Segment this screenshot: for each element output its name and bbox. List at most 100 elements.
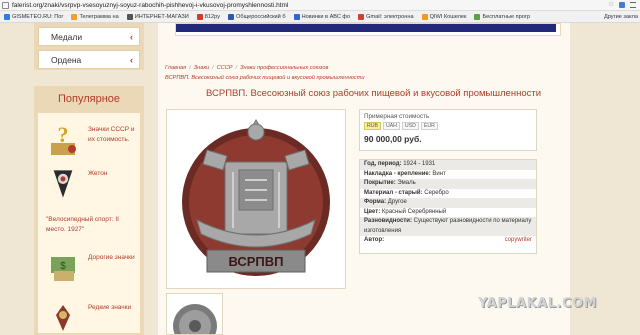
star-icon[interactable]: ☆ (608, 1, 614, 8)
browser-actions: ☆ (608, 1, 636, 8)
details-key: Накладка - крепление: (364, 170, 431, 177)
bookmark-favicon-icon (126, 13, 133, 20)
bookmark-favicon-icon (474, 13, 481, 20)
popular-item[interactable]: Жетон "Велосипедный спорт: II место. 192… (42, 167, 142, 233)
bookmark-label: Бесплатные прогр (482, 13, 531, 20)
currency-button[interactable]: EUR (420, 122, 438, 130)
details-row: Покрытие: Эмаль (360, 179, 536, 189)
details-key: Автор: (364, 237, 385, 243)
details-row: Цвет: Красный Серебрянный (360, 208, 536, 218)
bookmark-favicon-icon (71, 13, 78, 20)
popular-item[interactable]: $ Дорогие значки (42, 251, 140, 287)
badge-thumbnail[interactable] (166, 293, 223, 335)
currency-button[interactable]: UAH (382, 122, 400, 130)
price-value: 90 000,00 руб. (364, 134, 422, 144)
popular-item-caption[interactable]: "Велосипедный спорт: II место. 1927" (46, 215, 136, 235)
bookmark-item[interactable]: QIWI Кошелек (418, 13, 471, 20)
other-bookmarks[interactable]: Другие закла (599, 11, 638, 22)
bookmark-label: Gmail: электронна (366, 13, 414, 20)
currency-button[interactable]: USD (401, 122, 419, 130)
url-text[interactable]: falerist.org/znaki/vsrpvp-vsesoyuznyj-so… (12, 2, 288, 9)
author-link[interactable]: copywriter (505, 236, 532, 246)
currency-switcher: RUB UAH USD EUR (364, 122, 532, 130)
currency-button[interactable]: RUB (364, 122, 381, 130)
bookmark-item[interactable]: GISMETEO.RU: Пог (0, 13, 67, 20)
details-value: Серебро (424, 189, 449, 196)
breadcrumb-link[interactable]: СССР (217, 65, 233, 71)
bookmark-favicon-icon (421, 13, 428, 20)
sidebar: Медали ‹ Ордена ‹ Популярное ? Значки СС… (34, 23, 144, 335)
details-row: Разновидности: Существуют разновидности … (360, 217, 536, 236)
breadcrumb: Главная / Знаки / СССР / Знаки профессиональны… (165, 65, 329, 71)
watermark: YAPLAKAL.COM (478, 296, 597, 311)
details-key: Цвет: (364, 208, 381, 215)
bookmark-item[interactable]: ИНТЕРНЕТ-МАГАЗИ (123, 13, 193, 20)
details-row: Материал - старый: Серебро (360, 189, 536, 199)
bookmark-item[interactable]: Gmail: электронна (354, 13, 417, 20)
popular-item[interactable]: ? Значки СССР и их стоимость. (42, 123, 140, 163)
popular-list: ? Значки СССР и их стоимость. Жетон "Вел… (38, 113, 140, 333)
bookmark-item[interactable]: Общероссийский б (224, 13, 290, 20)
menu-item-label: Медали (51, 31, 83, 42)
details-key: Год, период: (364, 161, 402, 167)
bookmark-item[interactable]: Новинки в АВС фо (290, 13, 355, 20)
badge-image: ВСРПВП (167, 110, 345, 288)
details-key: Материал - старый: (364, 189, 423, 196)
bookmark-favicon-icon (293, 13, 300, 20)
popular-item-label[interactable]: Дорогие значки (88, 253, 142, 263)
popular-item-label[interactable]: Редкие значки (88, 303, 142, 313)
bookmark-item[interactable]: 812py (193, 13, 224, 20)
bookmark-favicon-icon (228, 13, 235, 20)
bookmark-label: Телеграмма на (79, 13, 119, 20)
details-key: Форма: (364, 199, 387, 205)
address-bar[interactable]: falerist.org/znaki/vsrpvp-vsesoyuznyj-so… (0, 0, 640, 11)
breadcrumb-current: ВСРПВП. Всесоюзный союз рабочих пищевой … (165, 75, 365, 81)
bookmark-label: Общероссийский б (236, 13, 286, 20)
badge-inscription: ВСРПВП (228, 254, 283, 269)
breadcrumb-link[interactable]: Знаки (194, 65, 209, 71)
bookmark-label: ИНТЕРНЕТ-МАГАЗИ (134, 13, 189, 20)
category-menu: Медали ‹ Ордена ‹ (34, 23, 144, 70)
top-banner (175, 23, 561, 36)
page-title: ВСРПВП. Всесоюзный союз рабочих пищевой … (206, 88, 542, 99)
popular-item[interactable]: Редкие значки (42, 301, 140, 331)
bookmark-favicon-icon (358, 13, 365, 20)
details-key: Покрытие: (364, 180, 396, 186)
bookmark-item[interactable]: Бесплатные прогр (470, 13, 534, 20)
bookmark-label: GISMETEO.RU: Пог (12, 13, 64, 20)
details-key: Разновидности: (364, 218, 412, 224)
medal-token-icon (53, 170, 73, 198)
svg-text:$: $ (60, 261, 66, 272)
details-value: Винт (432, 170, 446, 177)
popular-title: Популярное (57, 93, 121, 105)
menu-item-medals[interactable]: Медали ‹ (38, 27, 140, 46)
details-value: Эмаль (397, 180, 416, 186)
breadcrumb-link[interactable]: Главная (165, 65, 186, 71)
popular-item-label[interactable]: Значки СССР и их стоимость. (88, 125, 142, 145)
details-row: Накладка - крепление: Винт (360, 170, 536, 180)
details-row: Год, период: 1924 - 1931 (360, 160, 536, 170)
details-value: Другое (387, 199, 407, 205)
details-row: Автор: copywriter (360, 236, 536, 246)
details-value: Красный Серебрянный (381, 208, 447, 215)
bookmarks-bar: GISMETEO.RU: Пог Телеграмма на ИНТЕРНЕТ-МА… (0, 11, 640, 23)
bookmark-item[interactable]: Телеграмма на (67, 13, 122, 20)
money-badge-icon: $ (51, 257, 75, 281)
bookmark-favicon-icon (4, 13, 10, 20)
bookmark-label: QIWI Кошелек (429, 13, 467, 20)
popular-item-label[interactable]: Жетон (88, 169, 142, 179)
menu-icon[interactable] (630, 2, 636, 8)
svg-text:?: ? (58, 123, 69, 147)
lock-icon (2, 1, 9, 9)
details-row: Форма: Другое (360, 198, 536, 208)
question-badge-icon: ? (51, 123, 76, 155)
bookmark-favicon-icon (196, 13, 203, 20)
menu-item-label: Ордена (51, 54, 82, 65)
menu-item-orders[interactable]: Ордена ‹ (38, 50, 140, 69)
details-table: Год, период: 1924 - 1931 Накладка - крепл… (359, 159, 537, 254)
breadcrumb-link[interactable]: Знаки профессиональных союзов (240, 65, 328, 71)
rare-badge-icon (56, 305, 70, 331)
extension-icon[interactable] (619, 2, 625, 8)
badge-photo[interactable]: ВСРПВП (166, 109, 346, 289)
bookmark-label: Новинки в АВС фо (301, 13, 351, 20)
